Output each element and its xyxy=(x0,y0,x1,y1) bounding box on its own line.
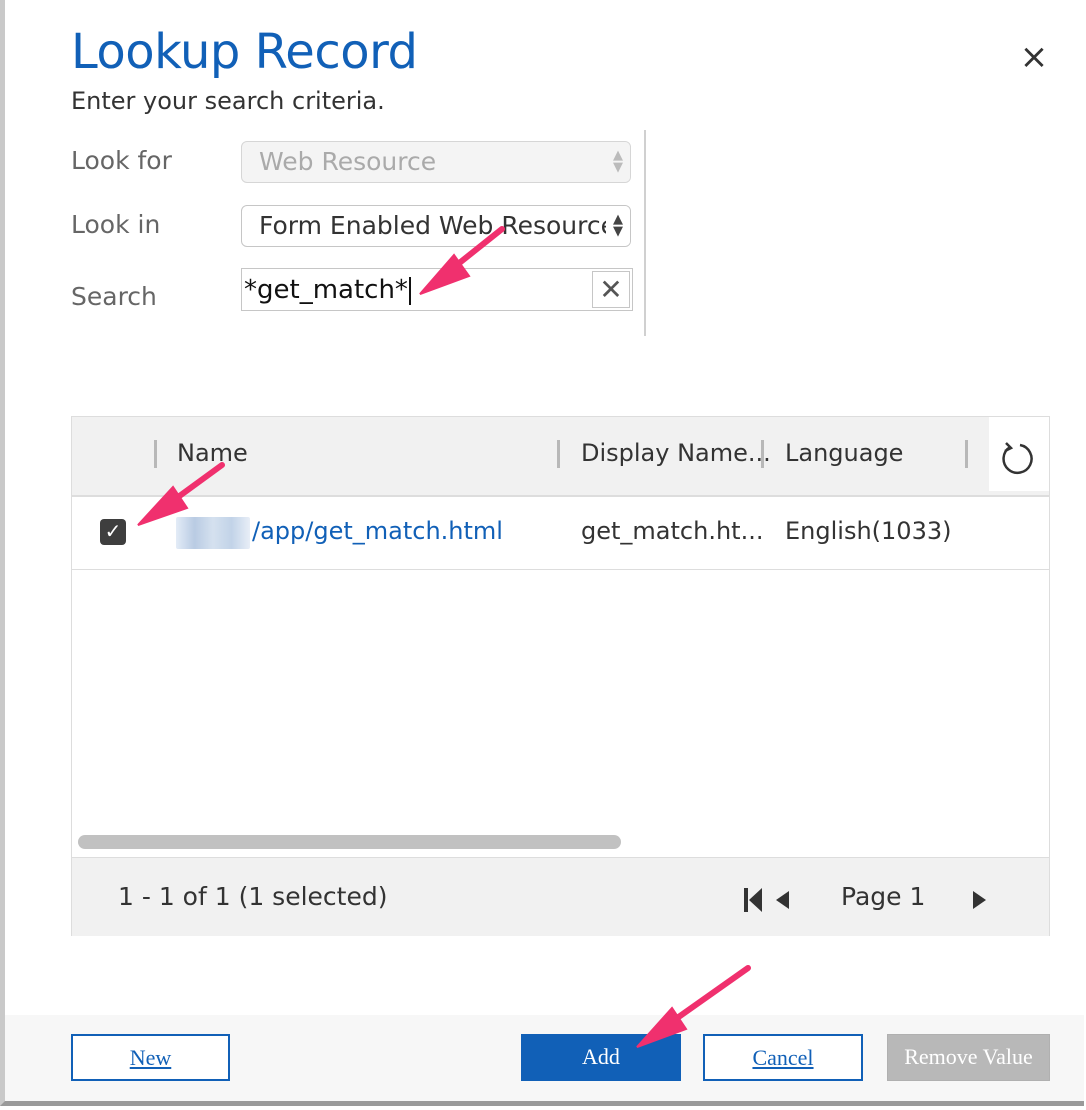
refresh-icon xyxy=(1002,442,1033,474)
select-arrows-icon: ▲ ▼ xyxy=(606,142,630,182)
text-caret xyxy=(408,276,411,305)
look-in-label: Look in xyxy=(71,210,161,239)
remove-value-button[interactable]: Remove Value xyxy=(887,1034,1050,1081)
clear-search-icon[interactable]: ✕ xyxy=(592,271,630,308)
column-divider xyxy=(965,440,968,468)
add-button[interactable]: Add xyxy=(521,1034,681,1081)
column-divider xyxy=(557,440,560,468)
look-for-value: Web Resource xyxy=(259,147,437,176)
look-in-value: Form Enabled Web Resources xyxy=(259,211,630,240)
new-button[interactable]: New xyxy=(71,1034,230,1081)
look-for-select: Web Resource ▲ ▼ xyxy=(241,141,631,183)
redacted-prefix xyxy=(176,517,250,549)
search-input[interactable]: *get_match* ✕ xyxy=(241,268,633,311)
grid-header: Name Display Name... Language xyxy=(72,417,1049,497)
column-divider xyxy=(154,440,157,468)
close-icon[interactable]: × xyxy=(1017,40,1051,74)
column-header-language[interactable]: Language xyxy=(785,439,903,467)
checkbox-checked-icon[interactable]: ✓ xyxy=(100,519,126,545)
refresh-button[interactable] xyxy=(989,417,1049,491)
previous-page-icon[interactable] xyxy=(772,886,792,914)
column-header-name[interactable]: Name xyxy=(177,439,248,467)
column-header-display-name[interactable]: Display Name... xyxy=(581,439,771,467)
dialog-subtitle: Enter your search criteria. xyxy=(71,87,385,115)
horizontal-scrollbar[interactable] xyxy=(72,827,1049,857)
column-divider xyxy=(761,440,764,468)
row-display-name: get_match.ht... xyxy=(581,517,764,545)
first-page-icon[interactable] xyxy=(742,886,766,914)
row-language: English(1033) xyxy=(785,517,952,545)
dialog-title: Lookup Record xyxy=(71,24,418,80)
record-count: 1 - 1 of 1 (1 selected) xyxy=(118,882,388,911)
look-in-select[interactable]: Form Enabled Web Resources ▲ ▼ xyxy=(241,205,631,247)
form-divider xyxy=(644,130,646,336)
results-grid: Name Display Name... Language ✓ /app/get… xyxy=(71,416,1050,936)
look-for-label: Look for xyxy=(71,146,172,175)
next-page-icon[interactable] xyxy=(970,886,990,914)
cancel-button[interactable]: Cancel xyxy=(703,1034,863,1081)
search-label: Search xyxy=(71,282,157,311)
page-label: Page 1 xyxy=(841,882,926,911)
row-name-link[interactable]: /app/get_match.html xyxy=(252,517,503,545)
scrollbar-thumb[interactable] xyxy=(78,835,621,849)
search-value: *get_match* xyxy=(244,275,408,305)
lookup-dialog: Lookup Record Enter your search criteria… xyxy=(0,0,1084,1106)
table-row[interactable]: ✓ /app/get_match.html get_match.ht... En… xyxy=(72,497,1049,570)
select-arrows-icon: ▲ ▼ xyxy=(606,206,630,246)
grid-footer: 1 - 1 of 1 (1 selected) Page 1 xyxy=(72,857,1049,936)
